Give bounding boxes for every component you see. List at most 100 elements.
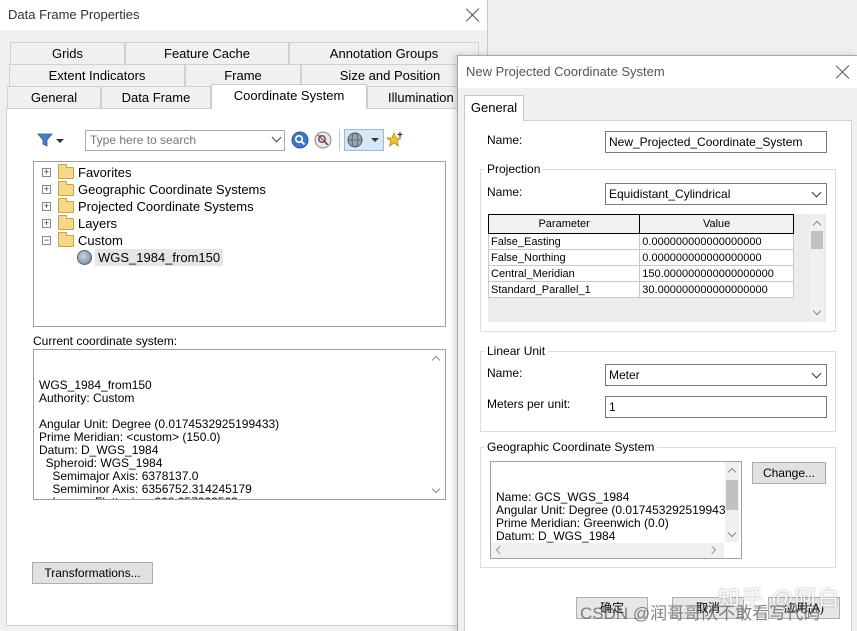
scroll-thumb[interactable] bbox=[726, 480, 738, 510]
meters-per-unit-input[interactable]: 1 bbox=[605, 396, 827, 418]
tree-item-label: Geographic Coordinate Systems bbox=[78, 182, 266, 197]
favorites-folder-icon bbox=[58, 164, 74, 179]
scroll-thumb[interactable] bbox=[811, 231, 823, 249]
transformations-button[interactable]: Transformations... bbox=[32, 562, 153, 584]
title-bar: New Projected Coordinate System bbox=[458, 56, 857, 88]
data-frame-properties-dialog: Data Frame Properties Grids Feature Cach… bbox=[0, 0, 488, 631]
current-cs-text: WGS_1984_from150 Authority: Custom Angul… bbox=[39, 378, 280, 500]
linear-unit-select-value: Meter bbox=[609, 368, 640, 382]
coordinate-system-tree[interactable]: + Favorites + Geographic Coordinate Syst… bbox=[33, 161, 446, 327]
close-icon[interactable] bbox=[466, 8, 480, 22]
toolbar-separator bbox=[339, 129, 340, 151]
tab-coordinate-system[interactable]: Coordinate System bbox=[211, 84, 367, 109]
table-row[interactable]: False_Northing 0.000000000000000000 bbox=[487, 249, 794, 266]
tree-item-label: Projected Coordinate Systems bbox=[78, 199, 254, 214]
globe-icon bbox=[77, 250, 92, 265]
tab-general[interactable]: General bbox=[464, 95, 524, 121]
param-value[interactable]: 150.000000000000000000 bbox=[639, 265, 794, 282]
tree-item-projected[interactable]: + Projected Coordinate Systems bbox=[34, 198, 434, 215]
folder-icon bbox=[58, 215, 74, 230]
linear-unit-name-label: Name: bbox=[487, 366, 523, 380]
search-icon[interactable] bbox=[291, 131, 309, 149]
search-placeholder: Type here to search bbox=[90, 133, 197, 147]
close-icon[interactable] bbox=[836, 65, 850, 79]
tree-item-favorites[interactable]: + Favorites bbox=[34, 164, 434, 181]
tree-item-layers[interactable]: + Layers bbox=[34, 215, 434, 232]
tree-item-label: Layers bbox=[78, 216, 118, 231]
tree-item-label: Favorites bbox=[78, 165, 132, 180]
search-input[interactable]: Type here to search bbox=[85, 130, 285, 151]
open-folder-icon bbox=[58, 232, 74, 247]
tree-item-label: Custom bbox=[78, 233, 123, 248]
expand-icon[interactable]: + bbox=[42, 202, 51, 211]
projection-group-label: Projection bbox=[484, 162, 544, 176]
expand-icon[interactable]: + bbox=[42, 168, 51, 177]
change-button[interactable]: Change... bbox=[752, 462, 826, 484]
param-name: Central_Meridian bbox=[487, 265, 641, 282]
scroll-up-icon[interactable] bbox=[727, 467, 737, 477]
table-row[interactable]: Standard_Parallel_1 30.00000000000000000… bbox=[487, 281, 794, 298]
table-row[interactable]: False_Easting 0.000000000000000000 bbox=[487, 233, 794, 250]
scroll-down-icon[interactable] bbox=[812, 306, 822, 316]
dialog-title: Data Frame Properties bbox=[8, 7, 140, 22]
folder-icon bbox=[58, 198, 74, 213]
gcs-scrollbar[interactable] bbox=[725, 462, 739, 542]
scroll-left-icon[interactable] bbox=[495, 545, 505, 555]
tree-item-custom[interactable]: − Custom bbox=[34, 232, 434, 249]
tree-item-wgs-1984-from150[interactable]: WGS_1984_from150 bbox=[34, 249, 434, 266]
linear-unit-select[interactable]: Meter bbox=[605, 364, 827, 386]
tree-item-geographic[interactable]: + Geographic Coordinate Systems bbox=[34, 181, 434, 198]
gcs-group-label: Geographic Coordinate System bbox=[484, 440, 658, 454]
tab-extent-indicators[interactable]: Extent Indicators bbox=[9, 64, 185, 86]
chevron-down-icon bbox=[811, 368, 822, 379]
scrollbar[interactable] bbox=[429, 350, 443, 498]
tree-item-label: WGS_1984_from150 bbox=[95, 249, 224, 266]
tab-feature-cache[interactable]: Feature Cache bbox=[125, 42, 289, 64]
scroll-up-icon[interactable] bbox=[812, 220, 822, 230]
add-coordinate-system-button[interactable] bbox=[344, 129, 384, 151]
current-cs-label: Current coordinate system: bbox=[33, 334, 178, 348]
filter-icon[interactable] bbox=[36, 131, 66, 149]
add-favorite-star-icon[interactable] bbox=[386, 131, 404, 149]
name-label: Name: bbox=[487, 133, 523, 147]
tab-general[interactable]: General bbox=[7, 86, 101, 108]
param-name: False_Easting bbox=[487, 233, 641, 250]
tab-frame[interactable]: Frame bbox=[185, 64, 301, 86]
gcs-h-scrollbar[interactable] bbox=[491, 543, 724, 558]
tab-annotation-groups[interactable]: Annotation Groups bbox=[289, 42, 479, 64]
linear-unit-group-label: Linear Unit bbox=[484, 344, 549, 358]
dialog-title: New Projected Coordinate System bbox=[466, 64, 665, 79]
tab-data-frame[interactable]: Data Frame bbox=[101, 86, 211, 108]
scroll-right-icon[interactable] bbox=[707, 545, 717, 555]
projection-select[interactable]: Equidistant_Cylindrical bbox=[605, 183, 827, 205]
tab-grids[interactable]: Grids bbox=[10, 42, 125, 64]
expand-icon[interactable]: + bbox=[42, 185, 51, 194]
title-bar: Data Frame Properties bbox=[0, 0, 487, 30]
csdn-watermark: CSDN @润哥哥队不敢看写代码 bbox=[580, 604, 821, 623]
meters-per-unit-label: Meters per unit: bbox=[487, 397, 571, 411]
scroll-down-icon[interactable] bbox=[431, 484, 441, 494]
param-header-value[interactable]: Value bbox=[639, 214, 794, 234]
param-name: False_Northing bbox=[487, 249, 641, 266]
param-value[interactable]: 0.000000000000000000 bbox=[639, 233, 794, 250]
expand-icon[interactable]: + bbox=[42, 219, 51, 228]
clear-search-icon[interactable] bbox=[314, 131, 332, 149]
name-input[interactable]: New_Projected_Coordinate_System bbox=[605, 131, 827, 153]
param-header-parameter[interactable]: Parameter bbox=[487, 214, 641, 234]
tab-size-and-position[interactable]: Size and Position bbox=[301, 64, 479, 86]
scroll-up-icon[interactable] bbox=[431, 355, 441, 365]
table-row[interactable]: Central_Meridian 150.000000000000000000 bbox=[487, 265, 794, 282]
globe-dropdown-icon bbox=[347, 132, 379, 148]
param-value[interactable]: 30.000000000000000000 bbox=[639, 281, 794, 298]
param-value[interactable]: 0.000000000000000000 bbox=[639, 249, 794, 266]
chevron-down-icon bbox=[271, 132, 282, 143]
chevron-down-icon bbox=[811, 187, 822, 198]
parameter-table[interactable]: Parameter Value False_Easting 0.00000000… bbox=[487, 214, 794, 298]
parameter-scrollbar[interactable] bbox=[810, 215, 824, 321]
current-cs-details[interactable]: WGS_1984_from150 Authority: Custom Angul… bbox=[33, 349, 446, 500]
projection-name-label: Name: bbox=[487, 185, 523, 199]
param-name: Standard_Parallel_1 bbox=[487, 281, 641, 298]
scroll-down-icon[interactable] bbox=[727, 528, 737, 538]
collapse-icon[interactable]: − bbox=[42, 236, 51, 245]
projection-select-value: Equidistant_Cylindrical bbox=[609, 187, 731, 201]
